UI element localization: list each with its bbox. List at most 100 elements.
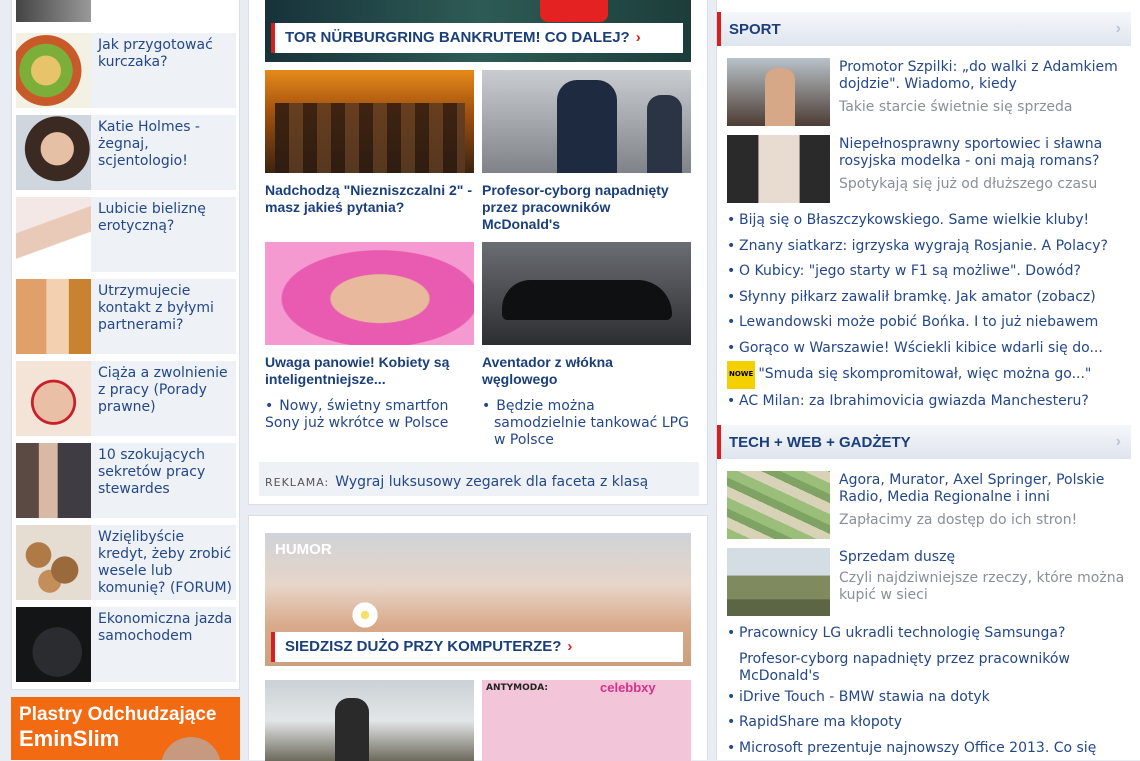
- link-text: Znany siatkarz: igrzyska wygrają Rosjani…: [739, 238, 1108, 254]
- left-item-label: Ciąża a zwolnienie z pracy (Porady prawn…: [98, 365, 236, 416]
- feature-title[interactable]: Promotor Szpilki: „do walki z Adamkiem d…: [839, 59, 1129, 93]
- left-item-label: Lubicie bieliznę erotyczną?: [98, 201, 236, 235]
- link-text: AC Milan: za Ibrahimovicia gwiazda Manch…: [739, 393, 1089, 409]
- feature-title[interactable]: Niepełnosprawny sportowiec i sławna rosy…: [839, 136, 1129, 170]
- link-text: Profesor-cyborg napadnięty przez pracown…: [739, 651, 1070, 684]
- food-photo-icon: [16, 33, 91, 108]
- reklama-label: REKLAMA:: [265, 476, 329, 489]
- left-list-item[interactable]: Ekonomiczna jazda samochodem: [16, 607, 236, 682]
- link-text: Microsoft prezentuje najnowszy Office 20…: [739, 740, 1096, 756]
- tile-caption[interactable]: Uwaga panowie! Kobiety są inteligentniej…: [265, 354, 474, 388]
- tech-link-list: •Pracownicy LG ukradli technologię Samsu…: [727, 621, 1131, 761]
- list-item[interactable]: •RapidShare ma kłopoty: [727, 710, 1131, 736]
- list-item[interactable]: •Profesor-cyborg napadnięty przez pracow…: [727, 647, 1131, 685]
- feature-title[interactable]: Sprzedam duszę: [839, 549, 1129, 566]
- advertisement-banner[interactable]: Plastry Odchudzające EminSlim: [11, 697, 240, 760]
- person-figure: [647, 95, 682, 173]
- cyborg-professor-photo[interactable]: [482, 70, 691, 173]
- aventador-car-photo[interactable]: [482, 242, 691, 345]
- list-item[interactable]: •Pracownicy LG ukradli technologię Samsu…: [727, 621, 1131, 647]
- reklama-text: Wygraj luksusowy zegarek dla faceta z kl…: [335, 474, 648, 490]
- pregnancy-photo-icon: [16, 361, 91, 436]
- tile-caption[interactable]: Aventador z włókna węglowego: [482, 354, 691, 388]
- left-column: Jak przygotować kurczaka? Katie Holmes -…: [11, 0, 240, 690]
- left-item-label: Wzięlibyście kredyt, żeby zrobić wesele …: [98, 529, 236, 597]
- boxer-figure: [765, 68, 795, 126]
- list-item[interactable]: NOWE"Smuda się skompromitował, więc możn…: [727, 361, 1131, 389]
- humor-label: HUMOR: [275, 541, 332, 558]
- section-header-sport[interactable]: SPORT ›: [717, 12, 1131, 46]
- expendables-photo[interactable]: [265, 70, 474, 173]
- left-item-label: 10 szokujących sekretów pracy stewardes: [98, 447, 236, 498]
- tile-sublink[interactable]: Będzie można samodzielnie tankować LPG w…: [482, 398, 691, 449]
- antymoda-label: ANTYMODA:: [486, 683, 548, 693]
- list-item[interactable]: •Znany siatkarz: igrzyska wygrają Rosjan…: [727, 234, 1131, 260]
- antymoda-brand: celebbxy: [600, 680, 656, 695]
- center-humor-block: HUMOR SIEDZISZ DUŻO PRZY KOMPUTERZE?› AN…: [248, 515, 708, 760]
- left-list-item[interactable]: Utrzymujecie kontakt z byłymi partnerami…: [16, 279, 236, 354]
- list-item[interactable]: •Microsoft prezentuje najnowszy Office 2…: [727, 736, 1131, 761]
- pink-hair-woman-photo[interactable]: [265, 242, 474, 345]
- left-list-item[interactable]: Katie Holmes - żegnaj, scjentologio!: [16, 115, 236, 190]
- chevron-right-icon[interactable]: ›: [1116, 433, 1121, 451]
- link-text: O Kubicy: "jego starty w F1 są możliwe".…: [739, 263, 1081, 279]
- model-photo[interactable]: [727, 135, 830, 203]
- coins-photo-icon: [16, 525, 91, 600]
- link-text: "Smuda się skompromitował, więc można go…: [758, 366, 1091, 382]
- link-text: Lewandowski może pobić Bońka. I to już n…: [739, 314, 1098, 330]
- chevron-right-icon: ›: [636, 29, 641, 46]
- list-item[interactable]: •Słynny piłkarz zawalił bramkę. Jak amat…: [727, 285, 1131, 311]
- taj-mahal-photo[interactable]: [265, 680, 474, 761]
- ad-line1: Plastry Odchudzające: [19, 703, 216, 727]
- tile-caption[interactable]: Profesor-cyborg napadnięty przez pracown…: [482, 182, 691, 233]
- section-title: TECH + WEB + GADŻETY: [729, 434, 911, 451]
- stewardess-photo-icon: [16, 443, 91, 518]
- left-list-item[interactable]: Ciąża a zwolnienie z pracy (Porady prawn…: [16, 361, 236, 436]
- missile-launcher-photo[interactable]: [727, 548, 830, 616]
- chevron-right-icon[interactable]: ›: [1116, 20, 1121, 38]
- feature-subtitle: Takie starcie świetnie się sprzeda: [839, 99, 1129, 116]
- tile-sublink[interactable]: Nowy, świetny smartfon Sony już wkrótce …: [265, 398, 474, 432]
- link-text: iDrive Touch - BMW stawia na dotyk: [739, 689, 990, 705]
- left-list-item[interactable]: 10 szokujących sekretów pracy stewardes: [16, 443, 236, 518]
- list-item[interactable]: •Gorąco w Warszawie! Wściekli kibice wda…: [727, 336, 1131, 362]
- poster-figures: [275, 103, 465, 173]
- boxing-photo[interactable]: [727, 58, 830, 126]
- humor-caption-text: SIEDZISZ DUŻO PRZY KOMPUTERZE?: [285, 638, 561, 655]
- money-photo[interactable]: [727, 471, 830, 539]
- feature-subtitle: Zapłacimy za dostęp do ich stron!: [839, 512, 1129, 529]
- tile-caption[interactable]: Nadchodzą "Niezniszczalni 2" - masz jaki…: [265, 182, 474, 216]
- sponsored-link-bar[interactable]: REKLAMA: Wygraj luksusowy zegarek dla fac…: [259, 462, 699, 496]
- list-item[interactable]: •Biją się o Błaszczykowskiego. Same wiel…: [727, 208, 1131, 234]
- car-shape: [502, 280, 672, 320]
- feature-title[interactable]: Agora, Murator, Axel Springer, Polskie R…: [839, 472, 1129, 506]
- left-item-label: Jak przygotować kurczaka?: [98, 37, 236, 71]
- list-item[interactable]: •Lewandowski może pobić Bońka. I to już …: [727, 310, 1131, 336]
- humor-caption[interactable]: SIEDZISZ DUŻO PRZY KOMPUTERZE?›: [271, 632, 683, 662]
- section-header-tech[interactable]: TECH + WEB + GADŻETY ›: [717, 425, 1131, 459]
- feature-subtitle: Spotykają się już od dłuższego czasu: [839, 176, 1129, 193]
- link-text: Biją się o Błaszczykowskiego. Same wielk…: [739, 212, 1089, 228]
- link-text: Słynny piłkarz zawalił bramkę. Jak amato…: [739, 289, 1096, 305]
- sport-link-list: •Biją się o Błaszczykowskiego. Same wiel…: [727, 208, 1131, 414]
- lingerie-photo-icon: [16, 197, 91, 272]
- antymoda-photo[interactable]: ANTYMODA: celebbxy: [482, 680, 691, 761]
- list-item[interactable]: •iDrive Touch - BMW stawia na dotyk: [727, 685, 1131, 711]
- left-list-item[interactable]: Wzięlibyście kredyt, żeby zrobić wesele …: [16, 525, 236, 600]
- left-list-item[interactable]: Jak przygotować kurczaka?: [16, 33, 236, 108]
- flower-icon: [347, 601, 383, 629]
- center-feature-block: TOR NÜRBURGRING BANKRUTEM! CO DALEJ?› Na…: [248, 0, 708, 505]
- left-list-item[interactable]: Lubicie bieliznę erotyczną?: [16, 197, 236, 272]
- left-item-label: Katie Holmes - żegnaj, scjentologio!: [98, 119, 236, 170]
- new-badge: NOWE: [727, 361, 755, 389]
- banner-caption[interactable]: TOR NÜRBURGRING BANKRUTEM! CO DALEJ?›: [271, 23, 683, 53]
- link-text: RapidShare ma kłopoty: [739, 714, 902, 730]
- list-item[interactable]: •O Kubicy: "jego starty w F1 są możliwe"…: [727, 259, 1131, 285]
- list-item[interactable]: •AC Milan: za Ibrahimovicia gwiazda Manc…: [727, 389, 1131, 415]
- fuel-gauge-photo-icon: [16, 607, 91, 682]
- person-figure: [557, 80, 617, 173]
- celebrity-photo-icon: [16, 115, 91, 190]
- phone-thumbnail[interactable]: [16, 0, 91, 22]
- section-title: SPORT: [729, 21, 781, 38]
- left-item-label: Utrzymujecie kontakt z byłymi partnerami…: [98, 283, 236, 334]
